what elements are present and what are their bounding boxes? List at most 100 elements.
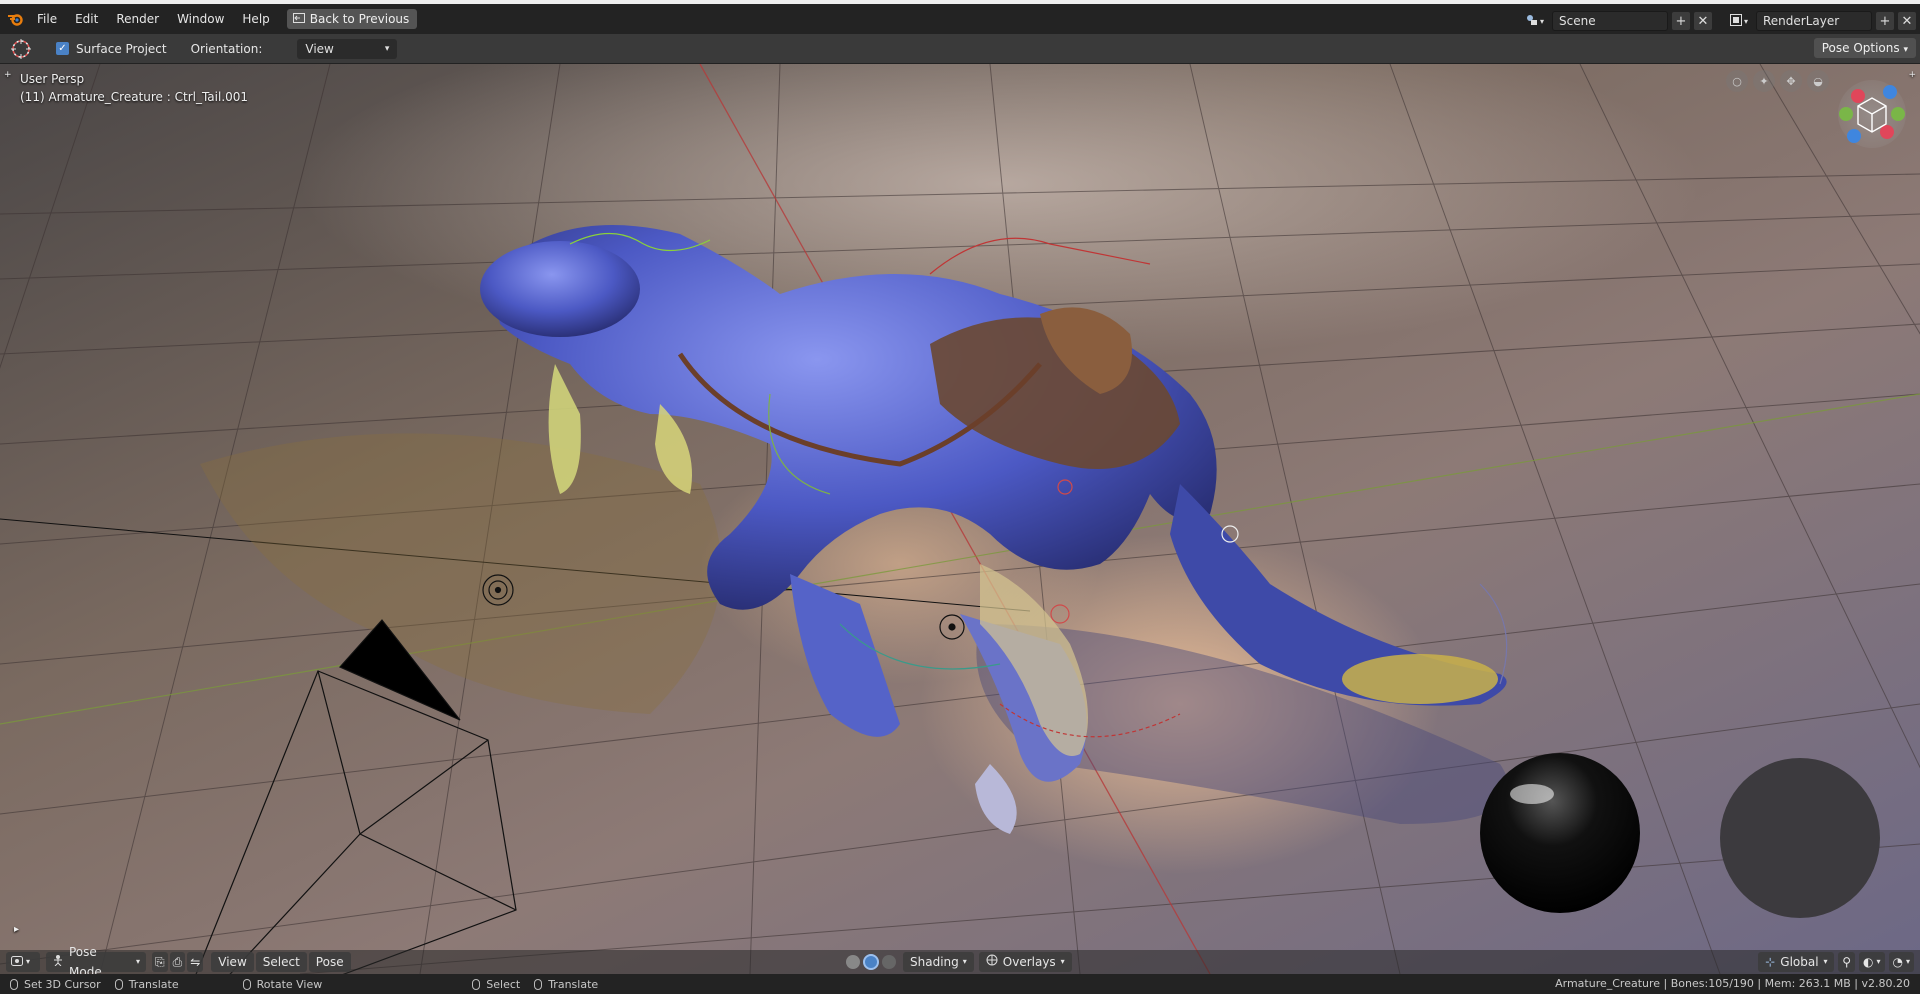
chevron-down-icon: ▾: [1539, 16, 1544, 26]
scene-name-field[interactable]: Scene: [1552, 11, 1668, 31]
gizmo-toggle-button[interactable]: ◔ ▾: [1888, 952, 1914, 972]
pose-options-button[interactable]: Pose Options ▾: [1813, 38, 1916, 58]
material-shading-icon[interactable]: [863, 954, 879, 970]
back-to-previous-button[interactable]: Back to Previous: [286, 9, 418, 29]
3d-view-icon: [11, 952, 23, 972]
view-menu[interactable]: View: [211, 952, 254, 972]
mouse-middle-icon: [242, 978, 251, 990]
mouse-left-icon: [10, 978, 18, 990]
paste-flipped-pose-icon[interactable]: ⇋: [187, 952, 204, 972]
mouse-right-icon: [472, 978, 481, 990]
status-drag: Translate: [114, 974, 179, 994]
shading-menu[interactable]: Shading ▾: [903, 952, 974, 972]
renderlayer-browse-button[interactable]: ▾: [1726, 11, 1752, 31]
back-icon: [292, 12, 305, 26]
chevron-down-icon: ▾: [1905, 957, 1910, 966]
status-translate-text: Translate: [548, 977, 599, 991]
chevron-down-icon: ▾: [384, 43, 390, 54]
transform-controls: ⊹ Global ▾ ⚲ ◐ ▾ ◔ ▾: [1758, 952, 1914, 972]
paste-pose-icon[interactable]: ⎙: [169, 952, 186, 972]
pose-options-label: Pose Options: [1821, 41, 1900, 55]
shading-controls: Shading ▾ Overlays ▾: [846, 952, 1072, 972]
pose-tool-group: ⎘ ⎙ ⇋: [152, 952, 204, 972]
status-info: Armature_Creature | Bones:105/190 | Mem:…: [1555, 977, 1910, 990]
view-camera-icon[interactable]: ○: [1726, 70, 1748, 92]
pan-icon[interactable]: ✥: [1780, 70, 1802, 92]
status-middle-text: Rotate View: [256, 977, 323, 991]
chevron-down-icon: ▾: [962, 957, 967, 966]
viewport-scene: [0, 64, 1920, 974]
copy-pose-icon[interactable]: ⎘: [152, 952, 168, 972]
cursor-tool-icon[interactable]: [8, 36, 34, 62]
chevron-down-icon: ▾: [135, 957, 140, 966]
solid-shading-icon[interactable]: [846, 955, 860, 969]
editor-type-button[interactable]: ▾: [6, 952, 40, 972]
status-bar: Set 3D Cursor Translate Rotate View Sele…: [0, 974, 1920, 994]
zoom-icon[interactable]: ✦: [1753, 70, 1775, 92]
tool-settings-bar: ✓ Surface Project Orientation: View ▾ Po…: [0, 34, 1920, 64]
perspective-toggle-icon[interactable]: ◒: [1807, 70, 1829, 92]
scene-browse-button[interactable]: ▾: [1522, 11, 1548, 31]
proportional-edit-button[interactable]: ◐ ▾: [1859, 952, 1885, 972]
status-select: Select: [472, 974, 520, 994]
main-menu: File Edit Render Window Help: [28, 4, 279, 34]
surface-project-label: Surface Project: [76, 41, 167, 56]
new-scene-button[interactable]: +: [1672, 12, 1690, 30]
orientation-label: Orientation:: [190, 41, 263, 56]
3d-viewport[interactable]: User Persp (11) Armature_Creature : Ctrl…: [0, 64, 1920, 974]
pose-menu[interactable]: Pose: [308, 952, 351, 972]
toolbar-toggle-icon[interactable]: +: [4, 70, 12, 80]
chevron-down-icon: ▾: [1060, 957, 1065, 966]
orientation-value: View: [305, 41, 334, 56]
navigation-gizmo[interactable]: [1838, 80, 1906, 148]
menu-window[interactable]: Window: [168, 8, 233, 30]
status-middle: Rotate View: [242, 974, 323, 994]
menu-help[interactable]: Help: [233, 8, 278, 30]
rendered-shading-icon[interactable]: [882, 955, 896, 969]
mouse-drag-icon: [114, 978, 123, 990]
menu-edit[interactable]: Edit: [66, 8, 107, 30]
transform-orientation-label: Global: [1780, 955, 1819, 969]
transform-orientation-select[interactable]: ⊹ Global ▾: [1758, 952, 1835, 972]
gizmo-icon: ◔: [1892, 955, 1903, 969]
sidebar-toggle-icon[interactable]: +: [1908, 70, 1916, 80]
overlays-menu[interactable]: Overlays ▾: [978, 952, 1072, 972]
renderlayer-icon: [1729, 13, 1742, 29]
chevron-down-icon: ▾: [1903, 45, 1908, 55]
menu-render[interactable]: Render: [107, 8, 168, 30]
viewport-header: ▾ Pose Mode ▾ ⎘ ⎙ ⇋ View Select Pose Sha…: [0, 945, 1920, 979]
status-translate: Translate: [534, 974, 598, 994]
status-left-click: Set 3D Cursor: [10, 974, 101, 994]
pose-mode-icon: [52, 952, 64, 972]
snap-icon[interactable]: ⚲: [1838, 952, 1855, 972]
status-select-text: Select: [486, 977, 521, 991]
delete-renderlayer-button[interactable]: ✕: [1898, 12, 1916, 30]
scene-controls: ▾ Scene + ✕ ▾ RenderLayer + ✕: [1522, 8, 1920, 34]
surface-project-checkbox[interactable]: ✓: [56, 42, 69, 55]
status-drag-text: Translate: [128, 977, 179, 991]
mouse-right-drag-icon: [534, 978, 543, 990]
new-renderlayer-button[interactable]: +: [1876, 12, 1894, 30]
overlays-label: Overlays: [1002, 955, 1056, 969]
renderlayer-name-field[interactable]: RenderLayer: [1756, 11, 1872, 31]
top-bar: File Edit Render Window Help Back to Pre…: [0, 0, 1920, 34]
status-left-click-text: Set 3D Cursor: [24, 977, 101, 991]
menu-file[interactable]: File: [28, 8, 66, 30]
chevron-down-icon: ▾: [26, 957, 31, 966]
view-name-text: User Persp: [20, 72, 85, 86]
mode-select[interactable]: Pose Mode ▾: [46, 945, 146, 979]
orientation-select[interactable]: View ▾: [297, 38, 398, 59]
chevron-down-icon: ▾: [1823, 957, 1828, 966]
blender-logo-icon[interactable]: [2, 4, 28, 34]
delete-scene-button[interactable]: ✕: [1694, 12, 1712, 30]
active-object-text: (11) Armature_Creature : Ctrl_Tail.001: [20, 90, 249, 104]
expand-arrow-icon[interactable]: ▸: [14, 924, 19, 935]
proportional-icon: ◐: [1863, 955, 1874, 969]
global-icon: ⊹: [1765, 955, 1776, 969]
select-menu[interactable]: Select: [255, 952, 307, 972]
shading-label: Shading: [910, 955, 959, 969]
back-to-previous-label: Back to Previous: [309, 12, 410, 26]
chevron-down-icon: ▾: [1743, 16, 1748, 26]
scene-icon: [1526, 14, 1538, 29]
overlays-icon: [986, 952, 998, 972]
